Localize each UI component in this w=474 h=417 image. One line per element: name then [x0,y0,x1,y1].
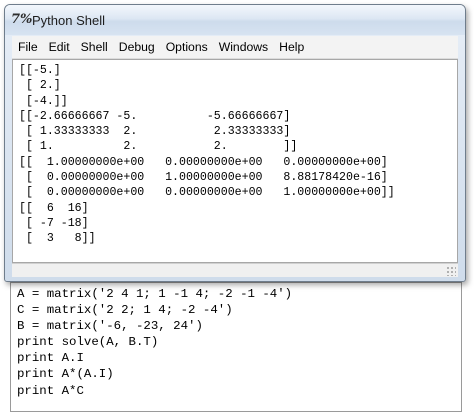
menu-debug[interactable]: Debug [113,37,160,57]
window-title: Python Shell [32,12,105,28]
resize-grip-icon[interactable] [446,266,456,276]
shell-output: [[-5.] [ 2.] [-4.]] [[-2.66666667 -5. -5.… [19,63,453,247]
shell-output-line: [ -7 -18] [19,216,89,230]
code-editor[interactable]: A = matrix('2 4 1; 1 -1 4; -2 -1 -4') C =… [10,282,462,412]
menu-windows[interactable]: Windows [213,37,273,57]
shell-output-line: [ 3 8]] [19,232,96,246]
shell-output-line: [ 1. 2. 2. ]] [19,140,298,154]
code-line: print A*(A.I) [17,367,114,382]
shell-output-line: [ 0.00000000e+00 1.00000000e+00 8.881784… [19,171,388,185]
shell-output-line: [[ 6 16] [19,201,89,215]
code-line: C = matrix('2 2; 1 4; -2 -4') [17,303,233,318]
python-idle-icon: 7% [11,12,33,27]
code-line: print solve(A, B.T) [17,335,159,350]
menu-edit[interactable]: Edit [43,37,75,57]
shell-output-line: [ 2.] [19,79,61,93]
shell-output-line: [[-5.] [19,64,61,77]
menu-file[interactable]: File [12,37,43,57]
code-line: B = matrix('-6, -23, 24') [17,319,203,334]
code-line: A = matrix('2 4 1; 1 -1 4; -2 -1 -4') [17,287,293,301]
python-shell-window: 7% Python Shell File Edit Shell Debug Option… [4,4,466,282]
shell-output-line: [-4.]] [19,94,68,108]
shell-output-line: [[-2.66666667 -5. -5.66666667] [19,109,291,123]
menu-bar: File Edit Shell Debug Options Windows Help [12,36,458,59]
code-line: print A*C [17,383,84,398]
shell-output-line: [[ 1.00000000e+00 0.00000000e+00 0.00000… [19,155,388,169]
code-line: print A.I [17,351,84,366]
shell-output-area[interactable]: [[-5.] [ 2.] [-4.]] [[-2.66666667 -5. -5.… [12,59,458,263]
shell-output-line: [ 0.00000000e+00 0.00000000e+00 1.000000… [19,186,395,200]
status-bar [12,263,458,277]
menu-options[interactable]: Options [160,37,213,57]
menu-help[interactable]: Help [273,37,309,57]
menu-shell[interactable]: Shell [75,37,113,57]
title-bar[interactable]: 7% Python Shell [5,5,465,35]
shell-output-line: [ 1.33333333 2. 2.33333333] [19,125,291,139]
